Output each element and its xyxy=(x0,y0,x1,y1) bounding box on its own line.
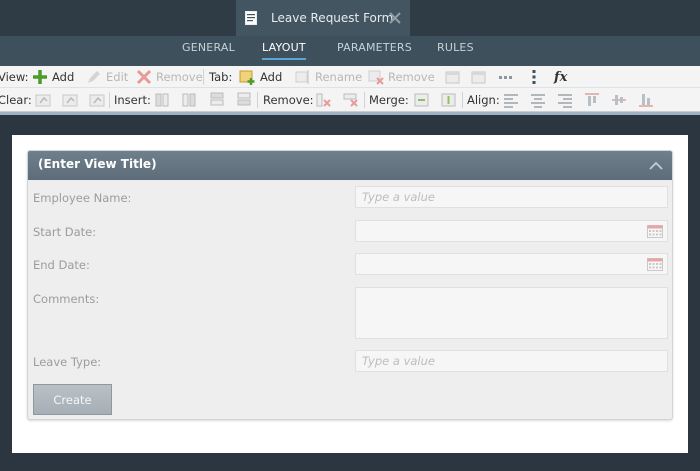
split-cells-icon[interactable] xyxy=(441,92,457,108)
tab-add-button[interactable]: Add xyxy=(239,67,282,87)
merge-cells-icon[interactable] xyxy=(414,92,430,108)
leave-type-input[interactable]: Type a value xyxy=(355,350,668,372)
leave-type-label: Leave Type: xyxy=(33,355,102,369)
document-title: Leave Request Form xyxy=(271,11,394,25)
clear-row-icon[interactable] xyxy=(62,92,78,108)
toolbar-divider xyxy=(462,92,463,108)
remove-x-icon xyxy=(136,69,152,85)
view-edit-button[interactable]: Edit xyxy=(86,67,128,87)
layout-toolbar: View: Add Edit Remove Tab: Add Rename Re… xyxy=(0,66,700,112)
employee-name-input[interactable]: Type a value xyxy=(355,186,668,208)
start-date-input[interactable] xyxy=(355,220,668,242)
view-remove-button[interactable]: Remove xyxy=(136,67,203,87)
tab-layout[interactable]: LAYOUT xyxy=(262,41,306,60)
clear-table-icon[interactable] xyxy=(89,92,105,108)
plus-icon xyxy=(33,70,47,84)
align-label: Align: xyxy=(467,93,500,107)
calendar-icon[interactable] xyxy=(647,224,663,238)
remove-label: Remove: xyxy=(263,93,314,107)
align-right-icon[interactable] xyxy=(557,92,573,108)
insert-label: Insert: xyxy=(114,93,151,107)
tab-label: Tab: xyxy=(209,70,233,84)
more-horizontal-icon[interactable] xyxy=(498,69,514,85)
start-date-label: Start Date: xyxy=(33,225,97,239)
employee-name-label: Employee Name: xyxy=(33,191,132,205)
tab-parameters[interactable]: PARAMETERS xyxy=(337,41,412,54)
insert-column-right-icon[interactable] xyxy=(182,92,198,108)
toolbar-divider xyxy=(109,92,110,108)
tab-rename-button[interactable]: Rename xyxy=(295,67,362,87)
view-label: View: xyxy=(0,70,29,84)
insert-row-below-icon[interactable] xyxy=(236,92,252,108)
remove-tab-icon xyxy=(368,70,384,85)
comments-label: Comments: xyxy=(33,292,100,306)
toolbar-divider xyxy=(364,92,365,108)
toolbar-divider xyxy=(257,92,258,108)
remove-row-icon[interactable] xyxy=(343,92,359,108)
title-bar: Leave Request Form xyxy=(0,0,700,36)
design-canvas: (Enter View Title) Employee Name: Type a… xyxy=(12,135,688,453)
align-center-icon[interactable] xyxy=(530,92,546,108)
view-panel[interactable]: (Enter View Title) Employee Name: Type a… xyxy=(27,150,673,420)
toolbar-row-divider xyxy=(0,87,700,88)
expression-fx-button[interactable]: fx xyxy=(554,67,567,87)
tab-general[interactable]: GENERAL xyxy=(182,41,235,54)
end-date-label: End Date: xyxy=(33,258,90,272)
view-add-button[interactable]: Add xyxy=(32,67,74,87)
clear-label: Clear: xyxy=(0,93,32,107)
view-header[interactable]: (Enter View Title) xyxy=(28,151,672,180)
toolbar-divider xyxy=(203,69,204,85)
tab-rules[interactable]: RULES xyxy=(437,41,474,54)
pencil-icon xyxy=(88,71,100,83)
insert-column-left-icon[interactable] xyxy=(155,92,171,108)
merge-label: Merge: xyxy=(369,93,409,107)
align-bottom-icon[interactable] xyxy=(638,92,654,108)
insert-row-above-icon[interactable] xyxy=(209,92,225,108)
more-vertical-icon[interactable] xyxy=(526,69,542,85)
workspace-background xyxy=(0,115,700,135)
tab-remove-button[interactable]: Remove xyxy=(368,67,435,87)
remove-column-icon[interactable] xyxy=(316,92,332,108)
document-icon xyxy=(245,11,257,25)
tab-move-left-icon[interactable] xyxy=(445,69,461,85)
clear-cell-icon[interactable] xyxy=(35,92,51,108)
view-title[interactable]: (Enter View Title) xyxy=(38,157,157,171)
align-middle-icon[interactable] xyxy=(611,92,627,108)
document-tab[interactable]: Leave Request Form xyxy=(236,0,410,36)
end-date-input[interactable] xyxy=(355,253,668,275)
rename-icon xyxy=(295,70,309,84)
create-button[interactable]: Create xyxy=(33,384,112,415)
chevron-up-icon[interactable] xyxy=(648,159,664,171)
align-top-icon[interactable] xyxy=(584,92,600,108)
tab-move-right-icon[interactable] xyxy=(471,69,487,85)
close-icon[interactable] xyxy=(388,11,402,25)
align-left-icon[interactable] xyxy=(503,92,519,108)
add-tab-icon xyxy=(239,70,255,85)
calendar-icon[interactable] xyxy=(647,257,663,271)
designer-tabs: GENERAL LAYOUT PARAMETERS RULES xyxy=(0,36,700,66)
comments-textarea[interactable] xyxy=(355,287,668,339)
